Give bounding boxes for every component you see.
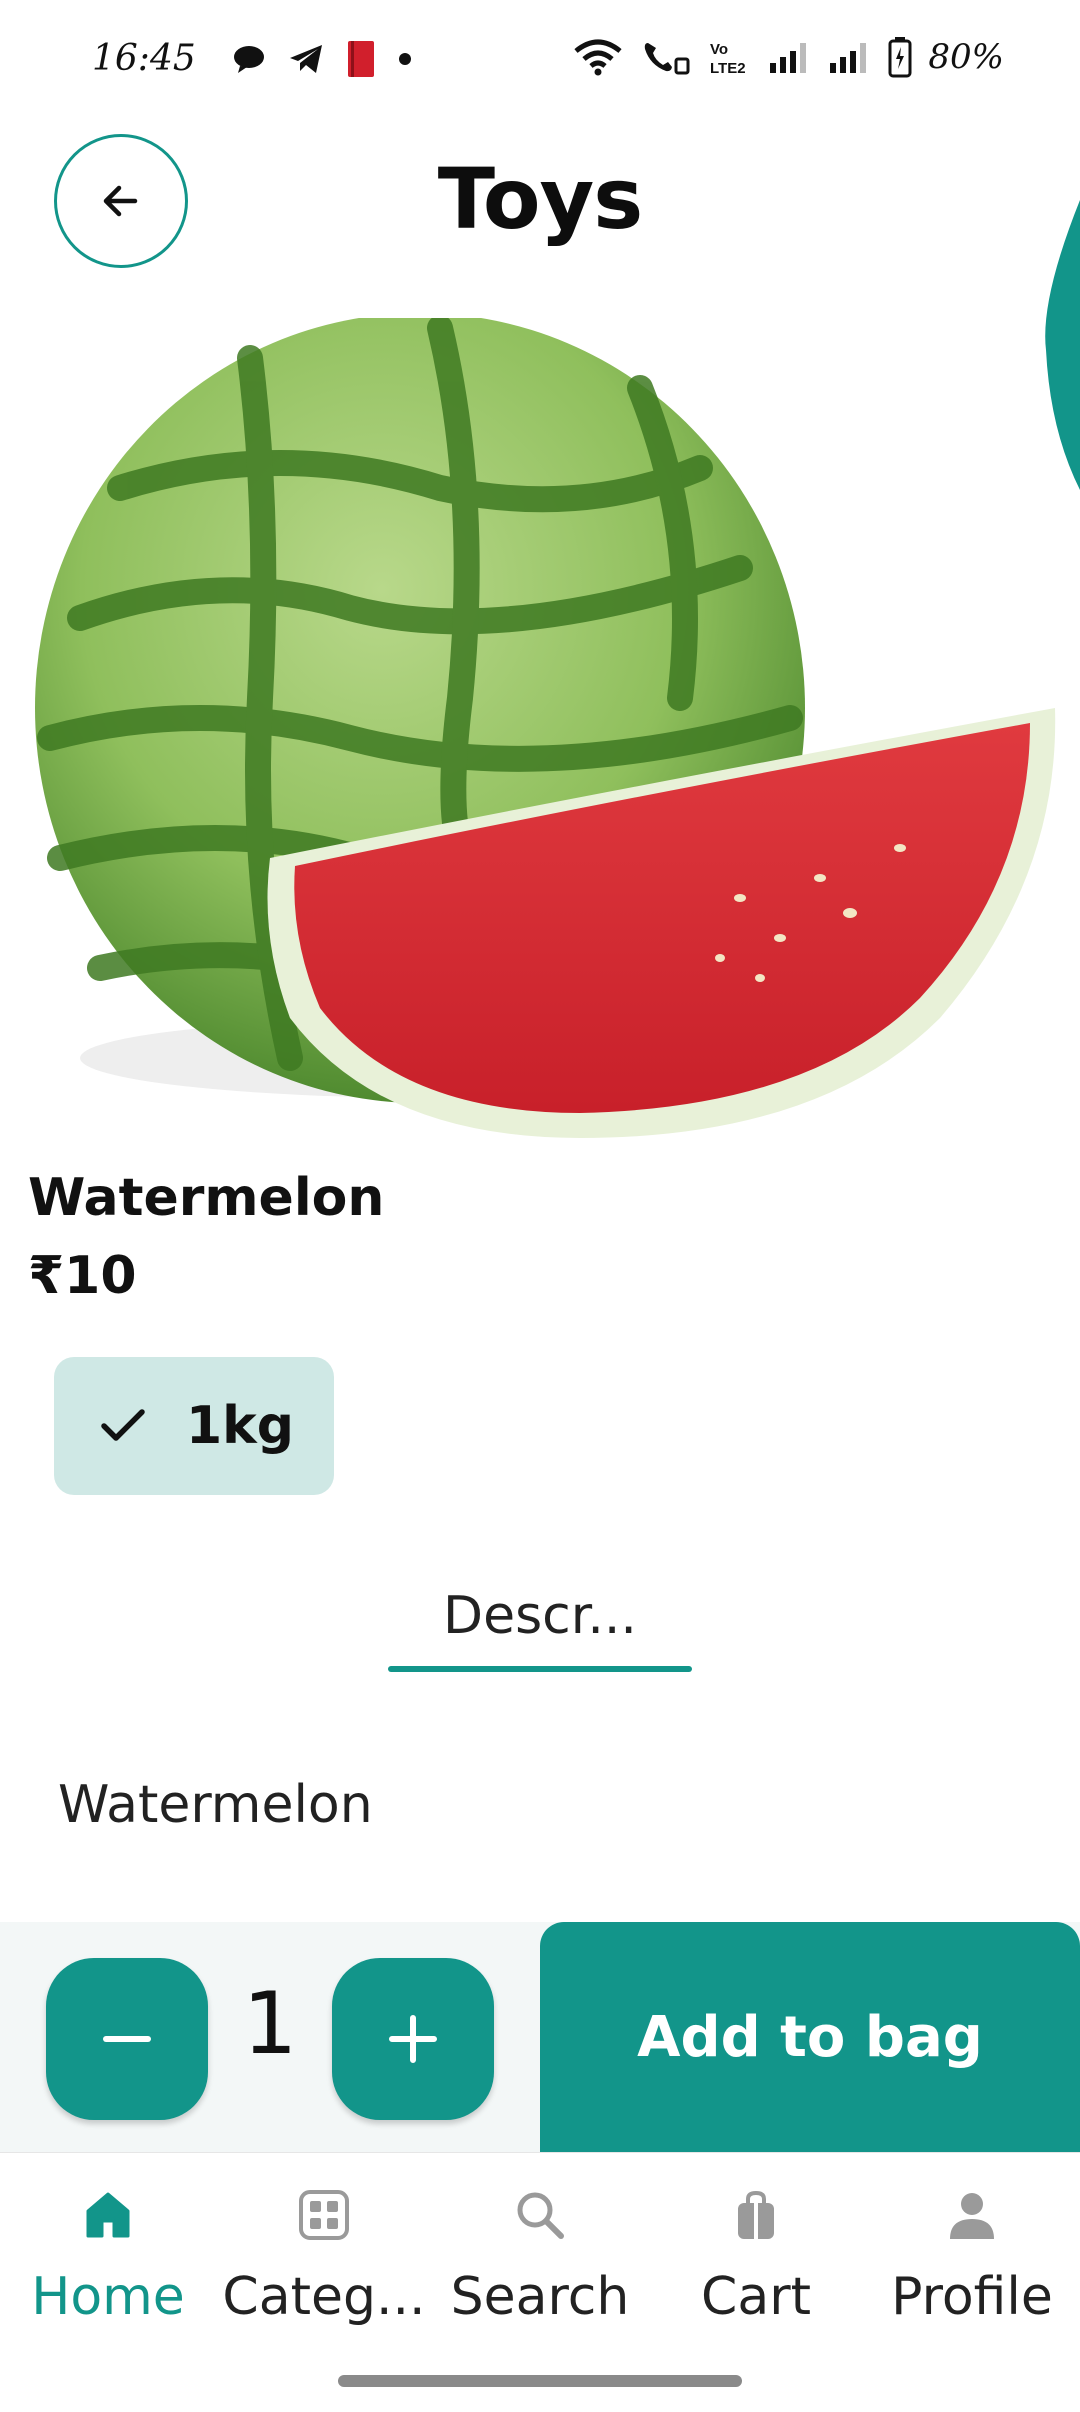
status-time: 16:45 bbox=[92, 38, 196, 79]
svg-text:LTE2: LTE2 bbox=[710, 60, 746, 77]
check-icon bbox=[101, 1409, 145, 1441]
user-icon bbox=[940, 2183, 1004, 2247]
product-description: Watermelon bbox=[58, 1775, 373, 1835]
wifi-call-icon bbox=[645, 43, 690, 75]
battery-icon bbox=[888, 37, 912, 78]
add-to-bag-label: Add to bag bbox=[637, 2004, 983, 2070]
nav-label-home: Home bbox=[31, 2267, 185, 2327]
cart-action-bar: 1 Add to bag bbox=[0, 1922, 1080, 2152]
tab-description[interactable]: Descr... bbox=[388, 1560, 692, 1672]
book-icon bbox=[348, 41, 374, 77]
variant-chip[interactable]: 1kg bbox=[54, 1357, 334, 1495]
home-icon bbox=[76, 2183, 140, 2247]
add-to-bag-button[interactable]: Add to bag bbox=[540, 1922, 1080, 2152]
bottom-nav: Home Categ... Search Cart Profile bbox=[0, 2152, 1080, 2412]
nav-item-search[interactable]: Search bbox=[432, 2183, 648, 2333]
battery-percent: 80% bbox=[928, 37, 1004, 77]
decrease-quantity-button[interactable] bbox=[46, 1958, 208, 2120]
search-icon bbox=[508, 2183, 572, 2247]
product-image bbox=[35, 318, 1056, 1138]
page-title: Toys bbox=[437, 150, 644, 248]
svg-text:Vo: Vo bbox=[710, 41, 728, 58]
nav-item-categories[interactable]: Categ... bbox=[216, 2183, 432, 2333]
nav-item-profile[interactable]: Profile bbox=[864, 2183, 1080, 2333]
nav-label-cart: Cart bbox=[701, 2267, 811, 2327]
signal-icon-2 bbox=[830, 43, 867, 73]
nav-label-search: Search bbox=[450, 2267, 630, 2327]
nav-item-cart[interactable]: Cart bbox=[648, 2183, 864, 2333]
signal-icon-1 bbox=[770, 43, 807, 73]
volte-icon: Vo LTE2 bbox=[710, 41, 746, 77]
variant-label: 1kg bbox=[186, 1396, 294, 1456]
nav-label-categories: Categ... bbox=[222, 2267, 426, 2327]
grid-icon bbox=[292, 2183, 356, 2247]
quantity-value: 1 bbox=[242, 1974, 298, 2074]
tab-label: Descr... bbox=[443, 1586, 637, 1646]
product-name: Watermelon bbox=[28, 1168, 385, 1228]
tab-indicator bbox=[388, 1666, 692, 1672]
increase-quantity-button[interactable] bbox=[332, 1958, 494, 2120]
telegram-icon bbox=[290, 45, 322, 73]
nav-label-profile: Profile bbox=[891, 2267, 1053, 2327]
nav-item-home[interactable]: Home bbox=[0, 2183, 216, 2333]
notification-icons bbox=[232, 40, 412, 78]
plus-icon bbox=[389, 2015, 437, 2063]
dot-icon bbox=[399, 53, 411, 65]
wifi-icon bbox=[574, 39, 623, 76]
product-price: ₹10 bbox=[28, 1246, 137, 1306]
status-bar: 16:45 Vo LTE2 80% bbox=[0, 0, 1080, 120]
app-header: Toys bbox=[0, 120, 1080, 290]
system-icons: Vo LTE2 80% bbox=[572, 36, 1004, 78]
bag-icon bbox=[724, 2183, 788, 2247]
chat-icon bbox=[234, 46, 264, 73]
home-indicator bbox=[338, 2375, 742, 2387]
minus-icon bbox=[103, 2036, 151, 2042]
